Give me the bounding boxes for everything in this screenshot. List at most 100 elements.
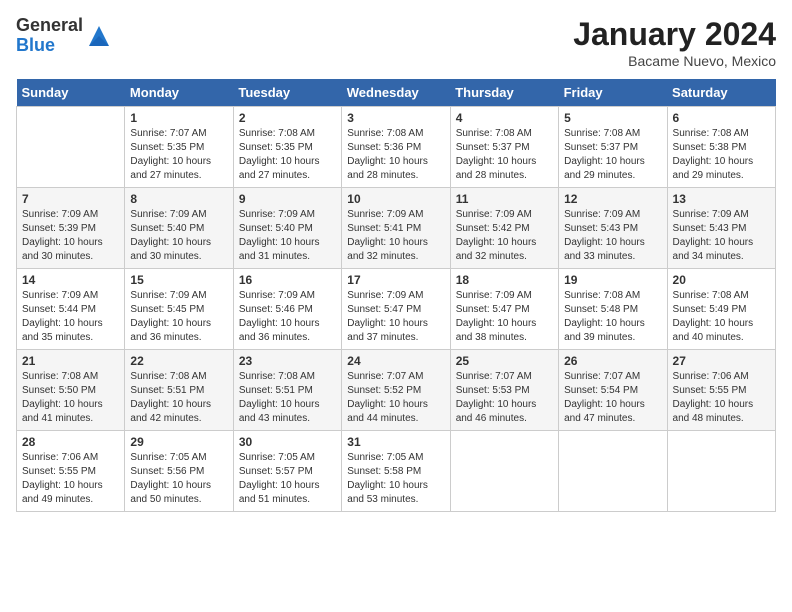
calendar-cell: 15Sunrise: 7:09 AM Sunset: 5:45 PM Dayli… [125, 269, 233, 350]
day-number: 10 [347, 192, 444, 206]
calendar-cell: 7Sunrise: 7:09 AM Sunset: 5:39 PM Daylig… [17, 188, 125, 269]
day-number: 21 [22, 354, 119, 368]
cell-info: Sunrise: 7:09 AM Sunset: 5:40 PM Dayligh… [239, 208, 336, 264]
cell-info: Sunrise: 7:09 AM Sunset: 5:46 PM Dayligh… [239, 289, 336, 345]
day-header-tuesday: Tuesday [233, 79, 341, 107]
cell-info: Sunrise: 7:09 AM Sunset: 5:40 PM Dayligh… [130, 208, 227, 264]
calendar-cell: 18 Sunrise: 7:09 AM Sunset: 5:47 PM Dayli… [450, 269, 558, 350]
cell-info: Sunrise: 7:08 AM Sunset: 5:37 PM Dayligh… [564, 127, 661, 183]
calendar-cell: 20 Sunrise: 7:08 AM Sunset: 5:49 PM Dayli… [667, 269, 775, 350]
calendar-cell [17, 107, 125, 188]
cell-info: Sunrise: 7:08 AM Sunset: 5:51 PM Dayligh… [130, 370, 227, 426]
calendar-cell: 24 Sunrise: 7:07 AM Sunset: 5:52 PM Dayli… [342, 350, 450, 431]
day-header-saturday: Saturday [667, 79, 775, 107]
calendar-cell: 21 Sunrise: 7:08 AM Sunset: 5:50 PM Dayli… [17, 350, 125, 431]
calendar-cell: 8 Sunrise: 7:09 AM Sunset: 5:40 PM Daylig… [125, 188, 233, 269]
calendar-cell: 5 Sunrise: 7:08 AM Sunset: 5:37 PM Daylig… [559, 107, 667, 188]
day-number: 30 [239, 435, 336, 449]
logo-blue-text: Blue [16, 36, 83, 56]
day-number: 31 [347, 435, 444, 449]
calendar-cell: 13 Sunrise: 7:09 AM Sunset: 5:43 PM Dayli… [667, 188, 775, 269]
day-number: 23 [239, 354, 336, 368]
title-block: January 2024 Bacame Nuevo, Mexico [573, 16, 776, 69]
cell-info: Sunrise: 7:09 AM Sunset: 5:45 PM Dayligh… [130, 289, 227, 345]
calendar-cell: 29Sunrise: 7:05 AM Sunset: 5:56 PM Dayli… [125, 431, 233, 512]
day-number: 4 [456, 111, 553, 125]
cell-info: Sunrise: 7:07 AM Sunset: 5:54 PM Dayligh… [564, 370, 661, 426]
day-header-friday: Friday [559, 79, 667, 107]
day-number: 28 [22, 435, 119, 449]
cell-info: Sunrise: 7:06 AM Sunset: 5:55 PM Dayligh… [22, 451, 119, 507]
cell-info: Sunrise: 7:08 AM Sunset: 5:49 PM Dayligh… [673, 289, 770, 345]
day-number: 6 [673, 111, 770, 125]
day-number: 11 [456, 192, 553, 206]
cell-info: Sunrise: 7:09 AM Sunset: 5:39 PM Dayligh… [22, 208, 119, 264]
day-number: 13 [673, 192, 770, 206]
calendar-cell: 6 Sunrise: 7:08 AM Sunset: 5:38 PM Daylig… [667, 107, 775, 188]
day-number: 1 [130, 111, 227, 125]
week-row-3: 14Sunrise: 7:09 AM Sunset: 5:44 PM Dayli… [17, 269, 776, 350]
cell-info: Sunrise: 7:08 AM Sunset: 5:50 PM Dayligh… [22, 370, 119, 426]
day-number: 25 [456, 354, 553, 368]
day-number: 8 [130, 192, 227, 206]
cell-info: Sunrise: 7:09 AM Sunset: 5:43 PM Dayligh… [564, 208, 661, 264]
calendar-cell: 26 Sunrise: 7:07 AM Sunset: 5:54 PM Dayli… [559, 350, 667, 431]
cell-info: Sunrise: 7:07 AM Sunset: 5:52 PM Dayligh… [347, 370, 444, 426]
day-number: 19 [564, 273, 661, 287]
cell-info: Sunrise: 7:08 AM Sunset: 5:37 PM Dayligh… [456, 127, 553, 183]
calendar-cell: 1 Sunrise: 7:07 AM Sunset: 5:35 PM Daylig… [125, 107, 233, 188]
cell-info: Sunrise: 7:05 AM Sunset: 5:57 PM Dayligh… [239, 451, 336, 507]
cell-info: Sunrise: 7:06 AM Sunset: 5:55 PM Dayligh… [673, 370, 770, 426]
week-row-2: 7Sunrise: 7:09 AM Sunset: 5:39 PM Daylig… [17, 188, 776, 269]
cell-info: Sunrise: 7:08 AM Sunset: 5:35 PM Dayligh… [239, 127, 336, 183]
calendar-cell: 16 Sunrise: 7:09 AM Sunset: 5:46 PM Dayli… [233, 269, 341, 350]
day-number: 17 [347, 273, 444, 287]
cell-info: Sunrise: 7:09 AM Sunset: 5:42 PM Dayligh… [456, 208, 553, 264]
day-number: 2 [239, 111, 336, 125]
calendar-cell: 30 Sunrise: 7:05 AM Sunset: 5:57 PM Dayli… [233, 431, 341, 512]
calendar-cell: 11 Sunrise: 7:09 AM Sunset: 5:42 PM Dayli… [450, 188, 558, 269]
page-header: General Blue January 2024 Bacame Nuevo, … [16, 16, 776, 69]
logo-general-text: General [16, 16, 83, 36]
cell-info: Sunrise: 7:07 AM Sunset: 5:53 PM Dayligh… [456, 370, 553, 426]
day-number: 16 [239, 273, 336, 287]
day-number: 12 [564, 192, 661, 206]
cell-info: Sunrise: 7:09 AM Sunset: 5:41 PM Dayligh… [347, 208, 444, 264]
calendar-cell: 22 Sunrise: 7:08 AM Sunset: 5:51 PM Dayli… [125, 350, 233, 431]
calendar-cell: 14Sunrise: 7:09 AM Sunset: 5:44 PM Dayli… [17, 269, 125, 350]
cell-info: Sunrise: 7:05 AM Sunset: 5:58 PM Dayligh… [347, 451, 444, 507]
cell-info: Sunrise: 7:09 AM Sunset: 5:47 PM Dayligh… [456, 289, 553, 345]
calendar-cell: 28 Sunrise: 7:06 AM Sunset: 5:55 PM Dayli… [17, 431, 125, 512]
calendar-cell: 12 Sunrise: 7:09 AM Sunset: 5:43 PM Dayli… [559, 188, 667, 269]
calendar-cell: 4 Sunrise: 7:08 AM Sunset: 5:37 PM Daylig… [450, 107, 558, 188]
day-number: 29 [130, 435, 227, 449]
calendar-cell: 10 Sunrise: 7:09 AM Sunset: 5:41 PM Dayli… [342, 188, 450, 269]
day-header-sunday: Sunday [17, 79, 125, 107]
day-number: 26 [564, 354, 661, 368]
calendar-cell [559, 431, 667, 512]
day-number: 9 [239, 192, 336, 206]
day-number: 18 [456, 273, 553, 287]
day-number: 14 [22, 273, 119, 287]
calendar-cell: 17 Sunrise: 7:09 AM Sunset: 5:47 PM Dayli… [342, 269, 450, 350]
calendar-cell: 27 Sunrise: 7:06 AM Sunset: 5:55 PM Dayli… [667, 350, 775, 431]
day-number: 3 [347, 111, 444, 125]
calendar-cell: 31 Sunrise: 7:05 AM Sunset: 5:58 PM Dayli… [342, 431, 450, 512]
day-number: 24 [347, 354, 444, 368]
cell-info: Sunrise: 7:09 AM Sunset: 5:47 PM Dayligh… [347, 289, 444, 345]
day-number: 5 [564, 111, 661, 125]
logo: General Blue [16, 16, 113, 56]
month-title: January 2024 [573, 16, 776, 53]
calendar-cell: 19Sunrise: 7:08 AM Sunset: 5:48 PM Dayli… [559, 269, 667, 350]
cell-info: Sunrise: 7:07 AM Sunset: 5:35 PM Dayligh… [130, 127, 227, 183]
day-number: 27 [673, 354, 770, 368]
calendar-cell: 23 Sunrise: 7:08 AM Sunset: 5:51 PM Dayli… [233, 350, 341, 431]
location: Bacame Nuevo, Mexico [573, 53, 776, 69]
cell-info: Sunrise: 7:08 AM Sunset: 5:51 PM Dayligh… [239, 370, 336, 426]
calendar-cell: 9 Sunrise: 7:09 AM Sunset: 5:40 PM Daylig… [233, 188, 341, 269]
day-number: 22 [130, 354, 227, 368]
day-number: 20 [673, 273, 770, 287]
cell-info: Sunrise: 7:09 AM Sunset: 5:43 PM Dayligh… [673, 208, 770, 264]
cell-info: Sunrise: 7:08 AM Sunset: 5:38 PM Dayligh… [673, 127, 770, 183]
calendar-cell: 3Sunrise: 7:08 AM Sunset: 5:36 PM Daylig… [342, 107, 450, 188]
